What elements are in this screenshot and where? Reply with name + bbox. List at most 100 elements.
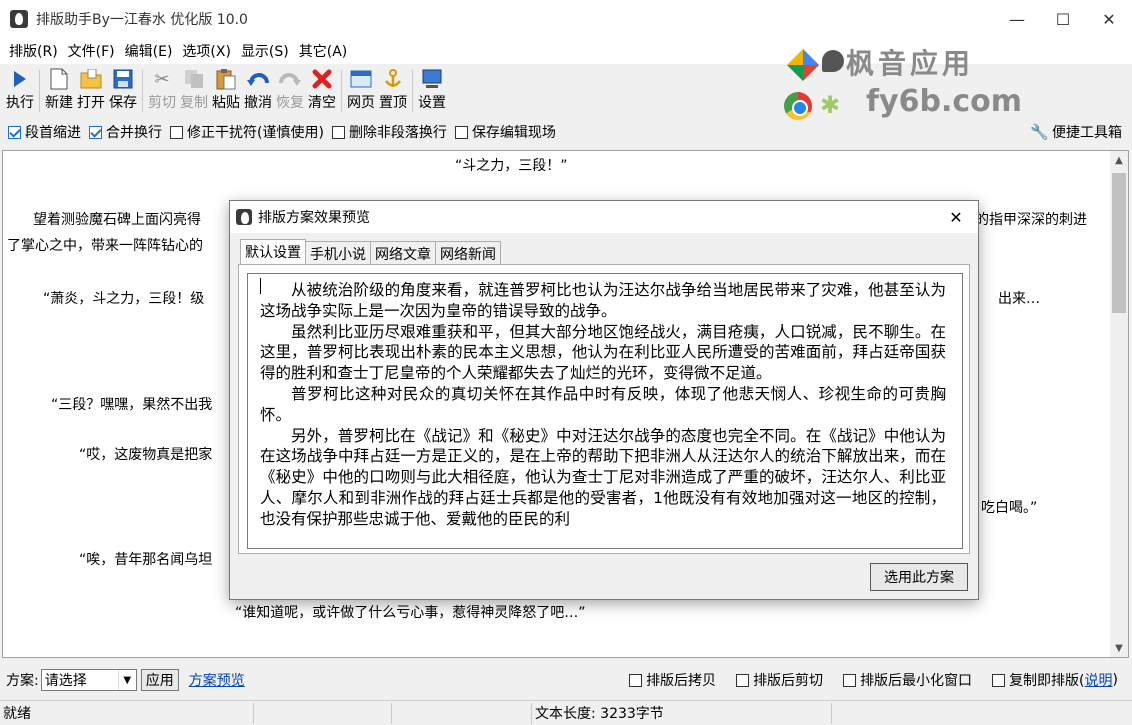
menu-other[interactable]: 其它(A) (294, 41, 353, 61)
undo-label: 撤消 (244, 95, 272, 111)
checkbox-unchecked[interactable] (629, 673, 643, 687)
clear-button[interactable]: 清空 (308, 64, 336, 114)
editor-line: “斗之力，三段！” (455, 158, 568, 174)
paste-button[interactable]: 粘贴 (212, 64, 240, 114)
copy-label: 复制 (180, 95, 208, 111)
scheme-select[interactable]: 请选择 ▼ (40, 669, 137, 691)
menu-options[interactable]: 选项(X) (177, 41, 236, 61)
scroll-down-arrow-icon[interactable]: ▼ (1110, 639, 1128, 657)
scheme-tabs: 默认设置 手机小说 网络文章 网络新闻 (240, 239, 501, 265)
app-icon (10, 10, 28, 28)
menu-edit[interactable]: 编辑(E) (120, 41, 178, 61)
scroll-up-arrow-icon[interactable]: ▲ (1110, 151, 1128, 169)
checkbox-unchecked[interactable] (992, 673, 1006, 687)
undo-button[interactable]: 撤消 (244, 64, 272, 114)
open-folder-icon (80, 68, 102, 90)
checkbox-unchecked[interactable] (736, 673, 750, 687)
checkbox-checked[interactable] (89, 125, 102, 139)
status-cell-empty (832, 703, 1132, 724)
checkbox-unchecked[interactable] (454, 125, 468, 139)
minimize-after-checkbox[interactable]: 排版后最小化窗口 (843, 670, 972, 690)
tab-panel: 从被统治阶级的角度来看，就连普罗柯比也认为汪达尔战争给当地居民带来了灾难，他甚至… (238, 264, 970, 554)
copy-instant-checkbox[interactable]: 复制即排版(说明) (992, 670, 1118, 690)
merge-label: 合并换行 (106, 125, 162, 141)
open-button[interactable]: 打开 (77, 64, 105, 114)
tab-web-news[interactable]: 网络新闻 (435, 241, 501, 265)
toolbar: 执行 新建 打开 保存 ✂ 剪切 复制 粘贴 撤消 恢复 清空 网页 置顶 设置 (0, 64, 1132, 116)
toolbar-separator (39, 70, 40, 112)
webpage-button[interactable]: 网页 (347, 64, 375, 114)
minimize-button[interactable]: — (994, 0, 1040, 38)
cut-button[interactable]: ✂ 剪切 (148, 64, 176, 114)
status-cell-empty (392, 702, 532, 724)
scroll-thumb[interactable] (1112, 173, 1126, 313)
menu-layout[interactable]: 排版(R) (4, 41, 63, 61)
settings-button[interactable]: 设置 (418, 64, 446, 114)
tab-web-article[interactable]: 网络文章 (370, 241, 436, 265)
redo-button[interactable]: 恢复 (276, 64, 304, 114)
editor-line: “三段？嘿嘿，果然不出我 (51, 397, 213, 413)
toolbar-separator (341, 70, 342, 112)
settings-label: 设置 (418, 95, 446, 111)
delete-non-para-checkbox[interactable]: 删除非段落换行 (331, 122, 447, 142)
menu-file[interactable]: 文件(F) (63, 41, 120, 61)
anchor-icon (382, 68, 404, 90)
run-button[interactable]: 执行 (6, 64, 34, 114)
preview-paragraph: 另外，普罗柯比在《战记》和《秘史》中对汪达尔战争的态度也完全不同。在《战记》中他… (260, 426, 946, 528)
undo-icon (247, 68, 269, 90)
save-scene-label: 保存编辑现场 (471, 125, 556, 141)
new-button[interactable]: 新建 (45, 64, 73, 114)
help-link[interactable]: 说明 (1085, 670, 1113, 690)
editor-scrollbar[interactable]: ▲ ▼ (1110, 151, 1128, 657)
editor-line: “唉，昔年那名闻乌坦 (79, 552, 213, 568)
webpage-label: 网页 (347, 95, 375, 111)
checkbox-unchecked[interactable] (170, 125, 183, 139)
html-page-icon (350, 68, 372, 90)
indent-checkbox[interactable]: 段首缩进 (8, 122, 81, 142)
toolbar-separator (142, 70, 143, 112)
menu-display[interactable]: 显示(S) (236, 41, 294, 61)
scheme-preview-link[interactable]: 方案预览 (189, 670, 245, 690)
quick-tools-button[interactable]: 🔧 便捷工具箱 (1030, 122, 1122, 142)
text-caret (260, 278, 261, 294)
minimize-after-label: 排版后最小化窗口 (860, 673, 973, 689)
window-controls: — ☐ ✕ (994, 0, 1132, 38)
editor-line: “哎，这废物真是把家 (79, 447, 213, 463)
copy-button[interactable]: 复制 (180, 64, 208, 114)
redo-icon (279, 68, 301, 90)
fix-interference-label: 修正干扰符(谨慎使用) (187, 125, 324, 141)
use-scheme-button[interactable]: 选用此方案 (870, 563, 968, 591)
save-scene-checkbox[interactable]: 保存编辑现场 (454, 122, 556, 142)
preview-text-area[interactable]: 从被统治阶级的角度来看，就连普罗柯比也认为汪达尔战争给当地居民带来了灾难，他甚至… (247, 273, 963, 549)
save-button[interactable]: 保存 (109, 64, 137, 114)
close-button[interactable]: ✕ (1086, 0, 1132, 38)
delete-non-para-label: 删除非段落换行 (348, 125, 447, 141)
copy-after-checkbox[interactable]: 排版后拷贝 (629, 670, 716, 690)
tab-mobile-novel[interactable]: 手机小说 (305, 241, 371, 265)
status-ready: 就绪 (0, 702, 254, 724)
dialog-title: 排版方案效果预览 (258, 210, 370, 226)
open-label: 打开 (77, 95, 105, 111)
chevron-down-icon[interactable]: ▼ (117, 670, 136, 690)
pin-top-button[interactable]: 置顶 (379, 64, 407, 114)
scheme-label: 方案: (6, 673, 39, 689)
toolbar-separator (412, 70, 413, 112)
pin-top-label: 置顶 (379, 95, 407, 111)
cut-after-checkbox[interactable]: 排版后剪切 (736, 670, 823, 690)
maximize-button[interactable]: ☐ (1040, 0, 1086, 38)
fix-interference-checkbox[interactable]: 修正干扰符(谨慎使用) (170, 122, 324, 142)
indent-label: 段首缩进 (25, 125, 81, 141)
tab-default[interactable]: 默认设置 (240, 239, 306, 265)
checkbox-checked[interactable] (8, 125, 21, 139)
red-x-icon (311, 68, 333, 90)
dialog-close-button[interactable]: ✕ (934, 201, 978, 233)
status-bar: 就绪 文本长度: 3233字节 (0, 700, 1132, 725)
apply-button[interactable]: 应用 (140, 669, 179, 691)
new-file-icon (48, 68, 70, 90)
preview-paragraph: 虽然利比亚历尽艰难重获和平，但其大部分地区饱经战火，满目疮痍，人口锐减，民不聊生… (260, 322, 946, 383)
clipboard-icon (215, 68, 237, 90)
merge-checkbox[interactable]: 合并换行 (89, 122, 162, 142)
quick-tools-label: 便捷工具箱 (1052, 125, 1122, 141)
checkbox-unchecked[interactable] (331, 125, 345, 139)
checkbox-unchecked[interactable] (843, 673, 857, 687)
